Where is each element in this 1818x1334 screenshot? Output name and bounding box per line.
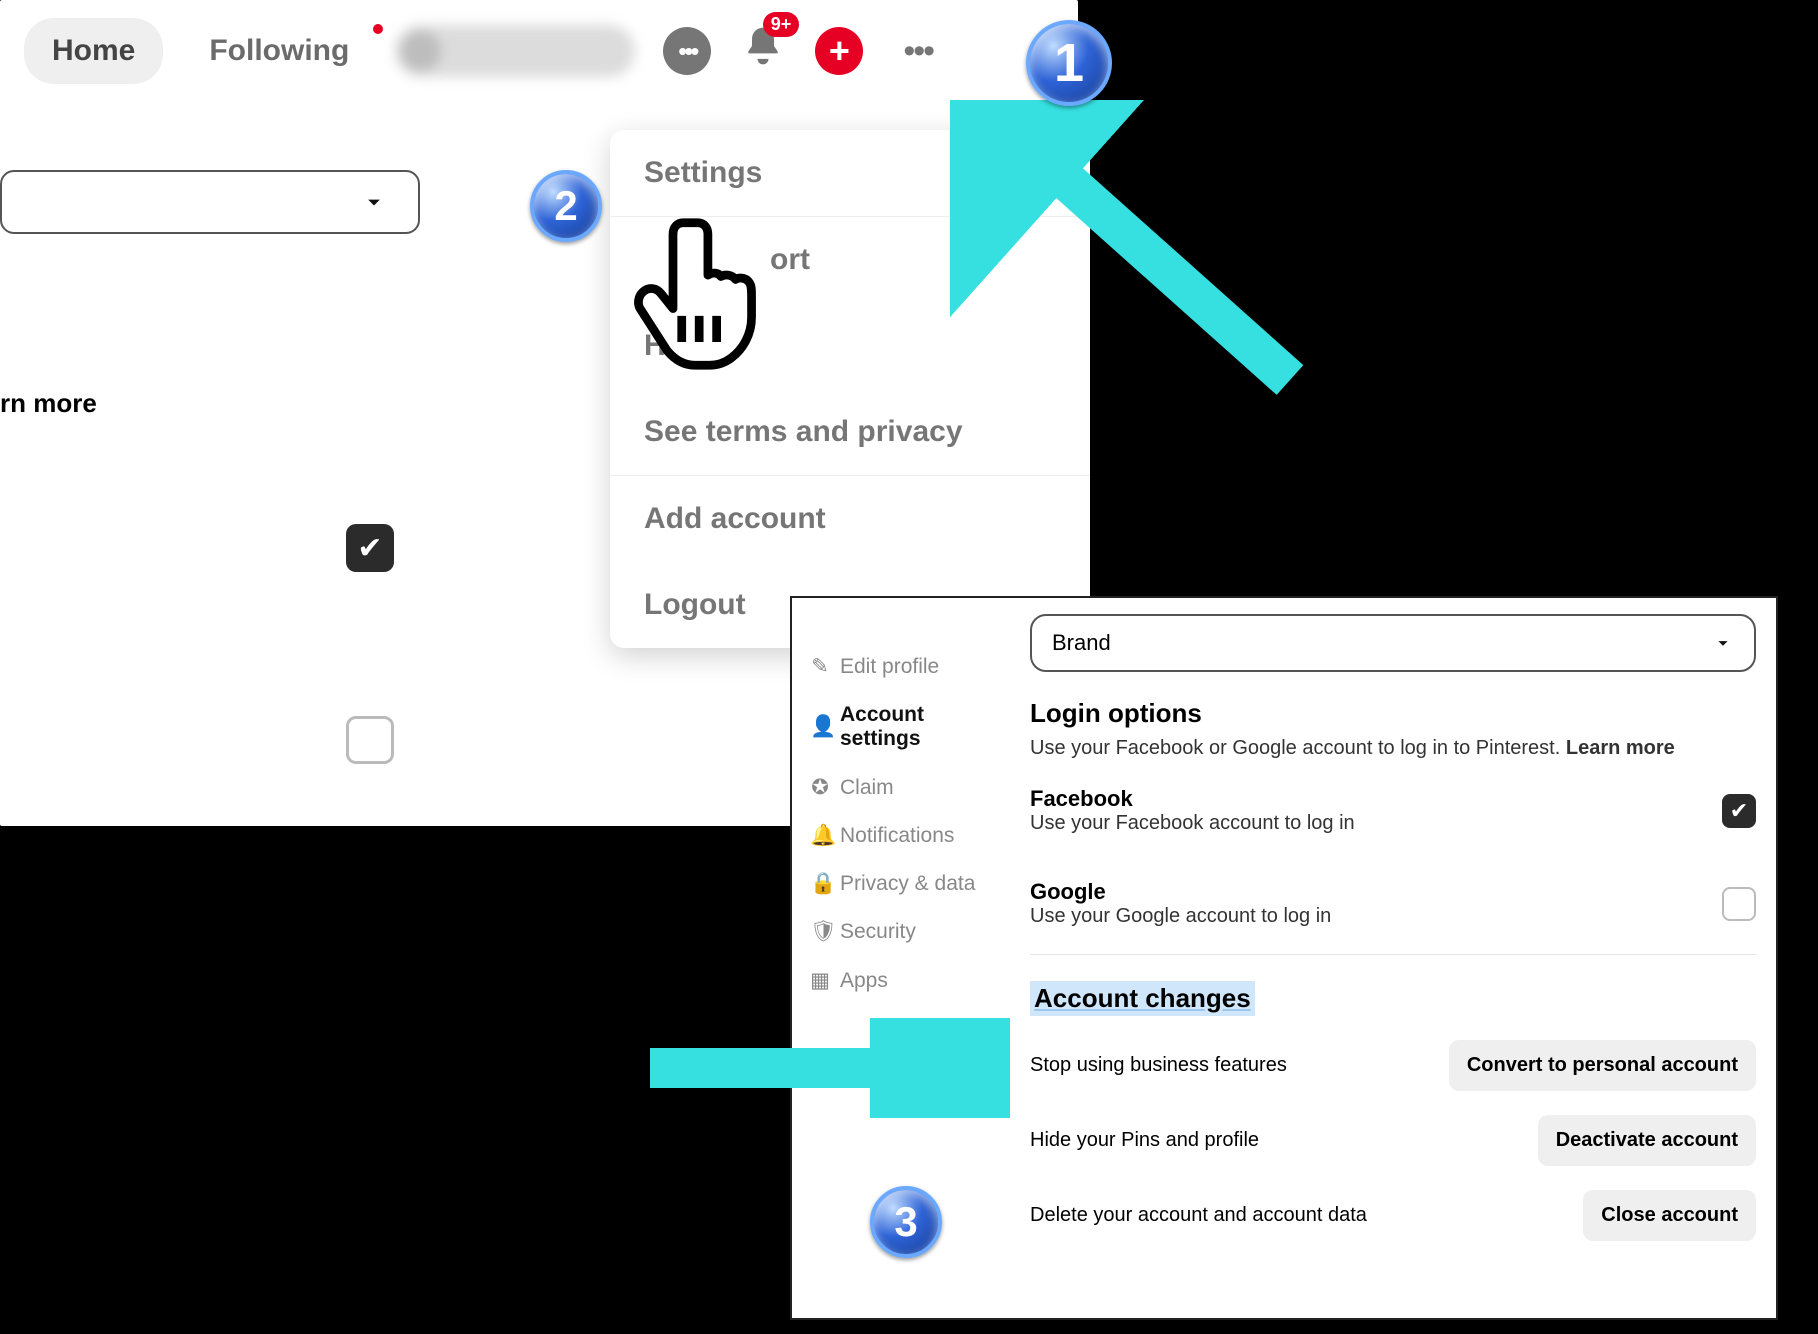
sidebar-icon: ▦	[810, 968, 830, 993]
top-nav: Home Following ••• 9+ + •••	[24, 18, 943, 84]
sidebar-icon: ✪	[810, 775, 830, 800]
sidebar-item-label: Notifications	[840, 824, 954, 848]
sidebar-item-claim[interactable]: ✪ Claim	[806, 763, 1006, 812]
brand-select[interactable]: Brand	[1030, 614, 1756, 672]
sidebar-item-label: Security	[840, 920, 916, 944]
notification-count-badge: 9+	[763, 12, 800, 37]
nav-following[interactable]: Following	[181, 18, 377, 84]
checkbox-unchecked[interactable]	[346, 716, 394, 764]
google-label: Google	[1030, 879, 1696, 905]
divider	[1030, 954, 1756, 955]
sidebar-icon: 🛡	[810, 920, 830, 944]
menu-terms[interactable]: See terms and privacy	[610, 389, 1090, 475]
account-change-button[interactable]: Close account	[1583, 1190, 1756, 1241]
sidebar-item-label: Edit profile	[840, 655, 939, 679]
sidebar-item-apps[interactable]: ▦ Apps	[806, 956, 1006, 1005]
facebook-desc: Use your Facebook account to log in	[1030, 812, 1696, 835]
login-options-subtitle-text: Use your Facebook or Google account to l…	[1030, 737, 1566, 759]
nav-following-label: Following	[209, 34, 349, 67]
step-1-badge: 1	[1026, 20, 1112, 106]
messages-icon[interactable]: •••	[663, 27, 711, 75]
facebook-checkbox[interactable]: ✔	[1722, 794, 1756, 828]
sidebar-icon: ✎	[810, 654, 830, 679]
pointer-cursor-icon	[630, 214, 780, 374]
sidebar-icon: 🔒	[810, 872, 830, 896]
dropdown-field[interactable]	[0, 170, 420, 234]
sidebar-item-notifications[interactable]: 🔔 Notifications	[806, 812, 1006, 860]
sidebar-item-label: Claim	[840, 776, 894, 800]
login-options-subtitle: Use your Facebook or Google account to l…	[1030, 737, 1756, 760]
menu-add-account[interactable]: Add account	[610, 475, 1090, 562]
sidebar-icon: 🔔	[810, 824, 830, 848]
annotation-arrow-2	[630, 1018, 1010, 1118]
chevron-down-icon	[1712, 632, 1734, 654]
sidebar-icon: 👤	[810, 715, 830, 739]
sidebar-item-account-settings[interactable]: 👤 Account settings	[806, 691, 1006, 763]
annotation-arrow-1	[950, 100, 1310, 400]
account-change-row: Hide your Pins and profile Deactivate acc…	[1030, 1115, 1756, 1166]
sidebar-item-security[interactable]: 🛡 Security	[806, 908, 1006, 956]
account-change-button[interactable]: Deactivate account	[1538, 1115, 1756, 1166]
sidebar-item-edit-profile[interactable]: ✎ Edit profile	[806, 642, 1006, 691]
settings-sidebar: ✎ Edit profile 👤 Account settings ✪ Claim 🔔 Not…	[806, 642, 1006, 1005]
unread-dot-icon	[373, 24, 383, 34]
google-checkbox[interactable]	[1722, 887, 1756, 921]
more-menu-button[interactable]: •••	[893, 28, 943, 75]
nav-home[interactable]: Home	[24, 18, 163, 84]
login-facebook-row: Facebook Use your Facebook account to lo…	[1030, 786, 1756, 835]
notifications-icon[interactable]: 9+	[741, 24, 785, 79]
account-change-label: Stop using business features	[1030, 1054, 1287, 1077]
login-options-title: Login options	[1030, 698, 1756, 729]
checkbox-checked[interactable]: ✔	[346, 524, 394, 572]
learn-more-text-fragment: rn more	[0, 388, 97, 419]
account-change-label: Hide your Pins and profile	[1030, 1129, 1259, 1152]
chevron-down-icon	[360, 188, 388, 216]
account-change-row: Stop using business features Convert to p…	[1030, 1040, 1756, 1091]
create-button[interactable]: +	[815, 27, 863, 75]
account-change-label: Delete your account and account data	[1030, 1204, 1367, 1227]
profile-chip[interactable]	[395, 25, 635, 77]
account-change-button[interactable]: Convert to personal account	[1449, 1040, 1756, 1091]
account-changes-title: Account changes	[1030, 981, 1255, 1016]
brand-select-label: Brand	[1052, 630, 1111, 656]
step-2-badge: 2	[530, 170, 602, 242]
login-google-row: Google Use your Google account to log in	[1030, 879, 1756, 928]
google-desc: Use your Google account to log in	[1030, 905, 1696, 928]
account-change-row: Delete your account and account data Clos…	[1030, 1190, 1756, 1241]
sidebar-item-label: Account settings	[840, 703, 1002, 751]
settings-main: Brand Login options Use your Facebook or…	[1030, 614, 1756, 1241]
sidebar-item-label: Privacy & data	[840, 872, 975, 896]
facebook-label: Facebook	[1030, 786, 1696, 812]
sidebar-item-privacy-data[interactable]: 🔒 Privacy & data	[806, 860, 1006, 908]
step-3-badge: 3	[870, 1186, 942, 1258]
learn-more-link[interactable]: Learn more	[1566, 737, 1675, 759]
sidebar-item-label: Apps	[840, 969, 888, 993]
nav-icons: ••• 9+ + •••	[663, 24, 943, 79]
